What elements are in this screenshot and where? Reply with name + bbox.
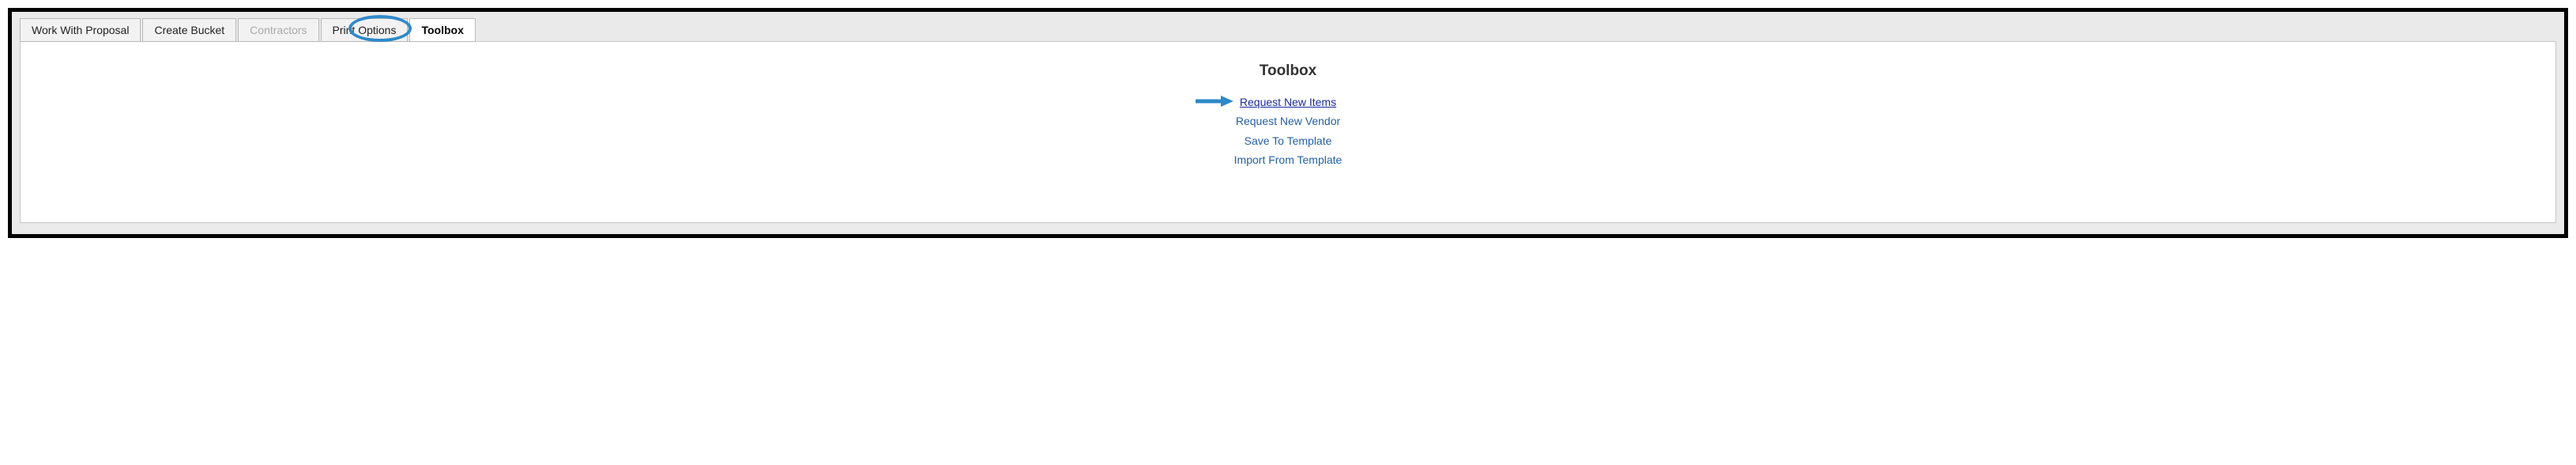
link-import-from-template[interactable]: Import From Template: [1234, 152, 1343, 168]
toolbox-panel: Toolbox Request New Items Request New Ve…: [20, 41, 2556, 223]
link-request-new-vendor[interactable]: Request New Vendor: [1236, 113, 1340, 129]
tab-strip: Work With Proposal Create Bucket Contrac…: [20, 18, 2556, 42]
panel-title: Toolbox: [28, 62, 2548, 80]
tab-create-bucket[interactable]: Create Bucket: [142, 18, 236, 42]
tab-toolbox[interactable]: Toolbox: [409, 18, 475, 42]
tab-contractors: Contractors: [238, 18, 318, 42]
app-frame: Work With Proposal Create Bucket Contrac…: [8, 8, 2568, 238]
link-request-new-items[interactable]: Request New Items: [1240, 96, 1336, 108]
toolbox-link-list: Request New Items Request New Vendor Sav…: [28, 94, 2548, 168]
link-save-to-template[interactable]: Save To Template: [1245, 133, 1332, 149]
tab-print-options[interactable]: Print Options: [321, 18, 409, 42]
tab-work-with-proposal[interactable]: Work With Proposal: [20, 18, 141, 42]
arrow-annotation-icon: [1194, 94, 1233, 112]
